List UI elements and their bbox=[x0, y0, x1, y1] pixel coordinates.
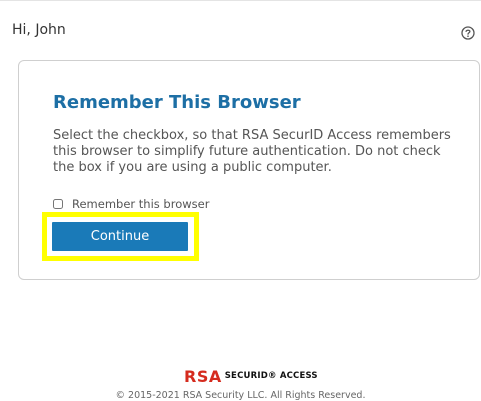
logo-rsa-text: RSA bbox=[184, 366, 222, 386]
card-title: Remember This Browser bbox=[53, 92, 301, 113]
remember-browser-checkbox[interactable] bbox=[53, 199, 63, 209]
remember-browser-label: Remember this browser bbox=[72, 197, 210, 211]
card-description: Select the checkbox, so that RSA SecurID… bbox=[53, 128, 451, 175]
logo-product-text: SECURID® ACCESS bbox=[224, 371, 318, 381]
rsa-securid-logo: RSA SECURID® ACCESS bbox=[184, 366, 318, 386]
remember-browser-card: Remember This Browser Select the checkbo… bbox=[18, 60, 480, 280]
remember-browser-option[interactable]: Remember this browser bbox=[53, 197, 209, 211]
user-greeting: Hi, John bbox=[12, 22, 66, 38]
help-icon[interactable] bbox=[461, 26, 475, 40]
continue-button[interactable]: Continue bbox=[52, 222, 188, 251]
page-frame: Hi, John Remember This Browser Select th… bbox=[0, 0, 481, 401]
